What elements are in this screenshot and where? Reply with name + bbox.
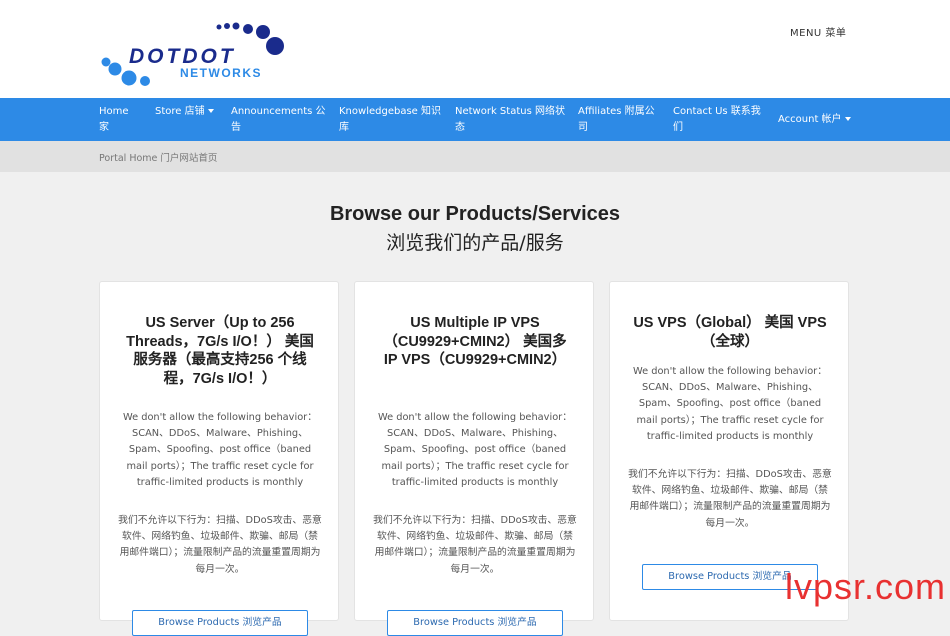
- product-card-desc-en: We don't allow the following behavior：SC…: [377, 412, 573, 488]
- site-header: DOTDOT NETWORKS MENU 菜单: [0, 0, 950, 98]
- nav-contact-us-label: Contact Us 联系我们: [673, 106, 761, 133]
- browse-products-button[interactable]: Browse Products 浏览产品: [387, 610, 563, 636]
- product-card-title: US Multiple IP VPS（CU9929+CMIN2） 美国多 IP …: [383, 315, 567, 368]
- nav-home-label: Home 家: [99, 106, 129, 133]
- nav-network-status[interactable]: Network Status 网络状态: [455, 104, 567, 136]
- nav-network-status-label: Network Status 网络状态: [455, 106, 565, 133]
- breadcrumb-bar: Portal Home 门户网站首页: [0, 141, 950, 172]
- page-heading: Browse our Products/Services 浏览我们的产品/服务: [0, 200, 950, 258]
- nav-affiliates-label: Affiliates 附属公司: [578, 106, 655, 133]
- menu-button[interactable]: MENU 菜单: [790, 24, 846, 39]
- product-card-title: US VPS（Global） 美国 VPS（全球）: [633, 315, 827, 350]
- product-card-desc-zh: 我们不允许以下行为：扫描、DDoS攻击、恶意软件、网络钓鱼、垃圾邮件、欺骗、邮局…: [373, 515, 577, 575]
- main-nav: Home 家 Store 店铺 Announcements 公告 Knowled…: [0, 98, 950, 141]
- watermark: lvpsr.com: [785, 566, 947, 607]
- chevron-down-icon: [207, 109, 214, 113]
- product-card-desc-en: We don't allow the following behavior：SC…: [632, 366, 828, 442]
- nav-store[interactable]: Store 店铺: [155, 104, 225, 120]
- logo-sub-text: NETWORKS: [180, 66, 262, 80]
- browse-products-button[interactable]: Browse Products 浏览产品: [132, 610, 308, 636]
- product-card-desc-zh: 我们不允许以下行为：扫描、DDoS攻击、恶意软件、网络钓鱼、垃圾邮件、欺骗、邮局…: [628, 469, 832, 529]
- page-title-en: Browse our Products/Services: [329, 203, 621, 225]
- product-card-us-multiple-ip-vps: US Multiple IP VPS（CU9929+CMIN2） 美国多 IP …: [354, 281, 594, 636]
- product-card-desc-zh: 我们不允许以下行为：扫描、DDoS攻击、恶意软件、网络钓鱼、垃圾邮件、欺骗、邮局…: [118, 515, 322, 575]
- chevron-down-icon: [844, 117, 851, 121]
- nav-account-label: Account 帐户: [778, 114, 842, 125]
- nav-store-label: Store 店铺: [155, 106, 205, 117]
- product-card-title: US Server（Up to 256 Threads，7G/s I/O！） 美…: [126, 315, 314, 387]
- dotdot-networks-logo[interactable]: DOTDOT NETWORKS: [100, 20, 300, 90]
- product-card-desc-en: We don't allow the following behavior：SC…: [122, 412, 318, 488]
- logo-brand-text: DOTDOT: [129, 45, 236, 68]
- nav-knowledgebase[interactable]: Knowledgebase 知识库: [339, 104, 445, 136]
- product-card-us-server: US Server（Up to 256 Threads，7G/s I/O！） 美…: [99, 281, 339, 636]
- page-title-zh: 浏览我们的产品/服务: [386, 232, 564, 254]
- nav-announcements[interactable]: Announcements 公告: [231, 104, 327, 136]
- nav-account[interactable]: Account 帐户: [778, 112, 858, 128]
- nav-knowledgebase-label: Knowledgebase 知识库: [339, 106, 441, 133]
- nav-contact-us[interactable]: Contact Us 联系我们: [673, 104, 765, 136]
- nav-affiliates[interactable]: Affiliates 附属公司: [578, 104, 660, 136]
- nav-announcements-label: Announcements 公告: [231, 106, 326, 133]
- breadcrumb[interactable]: Portal Home 门户网站首页: [99, 150, 217, 164]
- nav-home[interactable]: Home 家: [99, 104, 139, 136]
